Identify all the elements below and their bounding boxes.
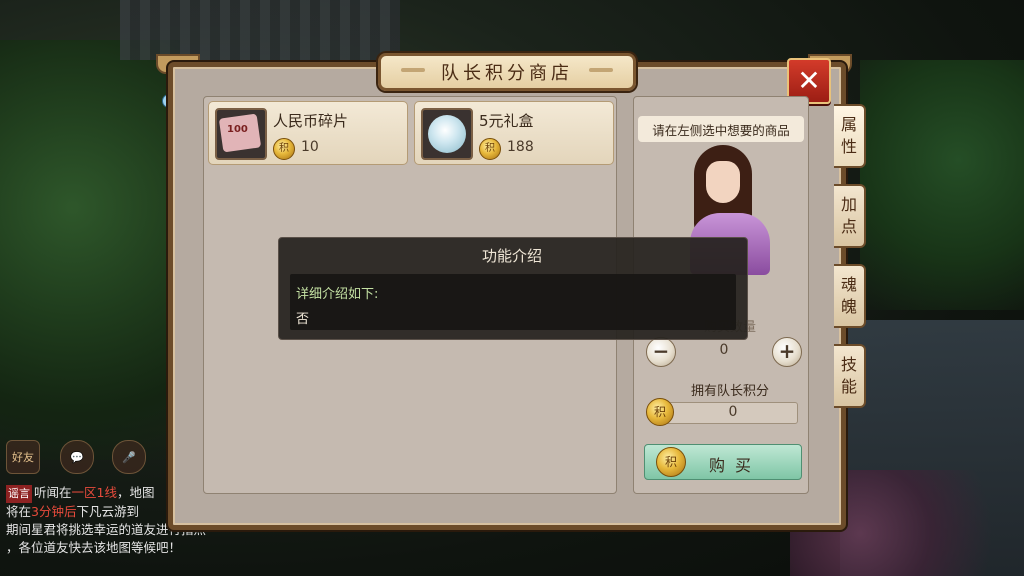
microphone-icon[interactable]: 🎤 [112,440,146,474]
background-foliage-right [860,60,1024,310]
popup-title: 功能介绍 [481,247,542,265]
tab-skills[interactable]: 技能 [834,344,866,408]
title-swirl-left [401,68,425,72]
points-coin-icon: 积 [273,138,295,160]
points-value: 0 [728,404,738,420]
title-swirl-right [589,68,613,72]
chat-toolbar: 好友 💬 🎤 [6,440,166,476]
select-item-hint: 请在左侧选中想要的商品 [638,116,804,142]
rumor-tag: 谣言 [6,485,32,503]
chat-bubble-icon[interactable]: 💬 [60,440,94,474]
chat-line: ，各位道友快去该地图等候吧！ [6,540,182,555]
gift-box-icon [421,108,473,160]
points-coin-icon: 积 [479,138,501,160]
tab-add-points[interactable]: 加点 [834,184,866,248]
background-foliage-left [0,40,180,460]
popup-detail-value: 否 [296,312,310,327]
item-price: 10 [301,139,319,155]
points-coin-icon: 积 [646,398,674,426]
item-card-gift-box[interactable]: 5元礼盒 积 188 [414,101,614,165]
shop-title-plate: 队长积分商店 [378,53,636,91]
item-name: 人民币碎片 [273,112,349,130]
item-name: 5元礼盒 [479,112,534,130]
tab-soul[interactable]: 魂魄 [834,264,866,328]
rmb-fragment-icon: 100 [215,108,267,160]
quantity-value[interactable]: 0 [683,342,765,358]
quantity-minus-button[interactable]: − [646,337,676,367]
points-label: 拥有队长积分 [690,384,769,399]
background-roof [120,0,400,60]
close-icon: ✕ [797,64,821,97]
quantity-plus-button[interactable]: + [772,337,802,367]
buy-button-label[interactable]: 购买 [700,452,770,476]
friends-icon[interactable]: 好友 [6,440,40,474]
tab-attributes[interactable]: 属性 [834,104,866,168]
shop-title: 队长积分商店 [441,63,573,84]
item-card-rmb-fragment[interactable]: 100 人民币碎片 积 10 [208,101,408,165]
item-price: 188 [507,139,534,155]
popup-detail-label: 详细介绍如下: [296,287,379,302]
buy-coin-icon: 积 [656,447,686,477]
